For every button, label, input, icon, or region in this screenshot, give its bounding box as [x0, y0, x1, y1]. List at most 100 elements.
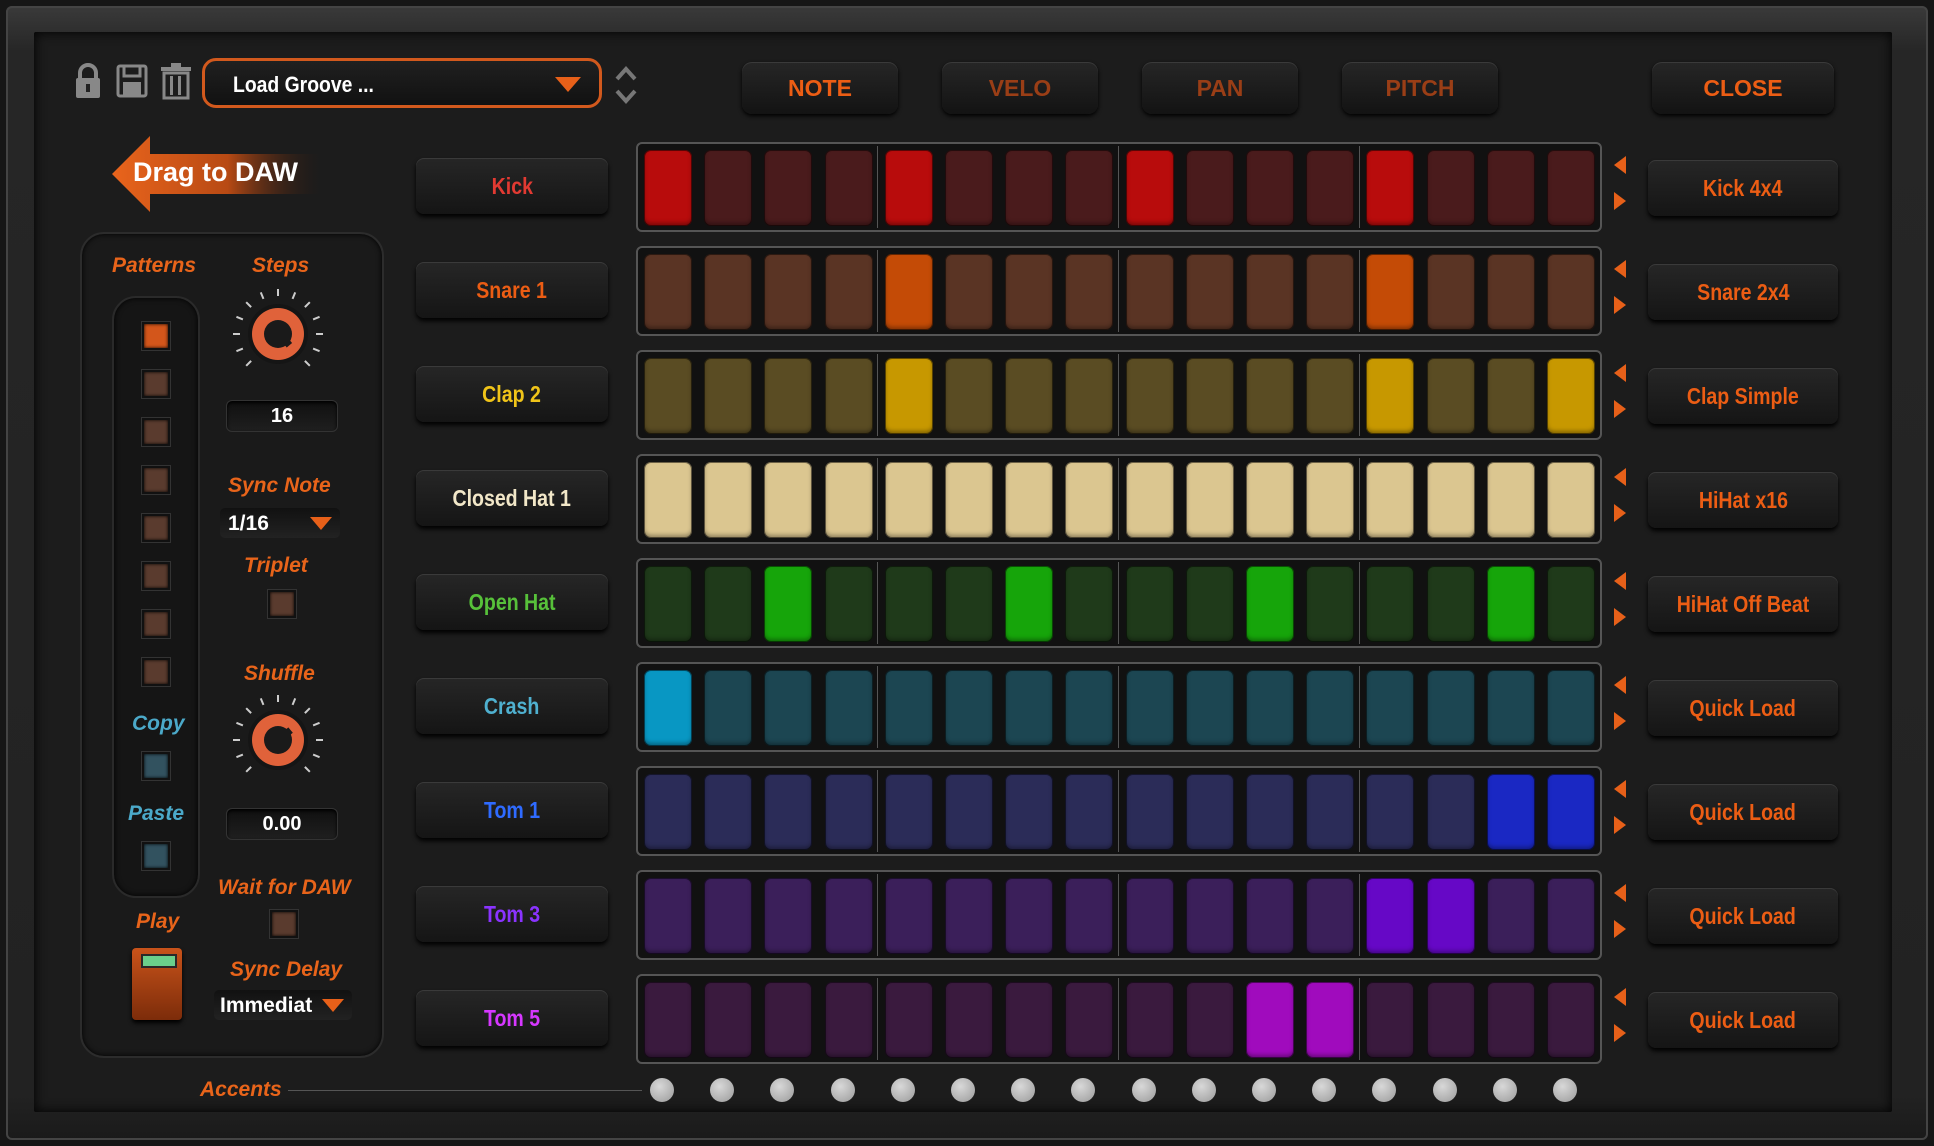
step-pad[interactable]: [764, 982, 813, 1058]
step-pad[interactable]: [1125, 358, 1174, 434]
step-pad[interactable]: [1246, 254, 1294, 330]
track-preset-button[interactable]: HiHat x16: [1648, 472, 1838, 528]
track-preset-button[interactable]: Kick 4x4: [1648, 160, 1838, 216]
drag-to-daw-label[interactable]: Drag to DAW: [133, 157, 298, 188]
step-pad[interactable]: [1246, 670, 1294, 746]
shift-right-icon[interactable]: [1614, 816, 1626, 834]
step-pad[interactable]: [824, 358, 873, 434]
pattern-slot-8[interactable]: [142, 658, 170, 686]
step-pad[interactable]: [1426, 982, 1475, 1058]
shift-left-icon[interactable]: [1614, 572, 1626, 590]
track-preset-button[interactable]: Snare 2x4: [1648, 264, 1838, 320]
shift-right-icon[interactable]: [1614, 504, 1626, 522]
step-pad[interactable]: [1065, 878, 1114, 954]
track-preset-button[interactable]: Quick Load: [1648, 680, 1838, 736]
step-pad[interactable]: [1246, 982, 1294, 1058]
step-pad[interactable]: [1065, 150, 1114, 226]
step-pad[interactable]: [1125, 254, 1174, 330]
accent-toggle[interactable]: [710, 1078, 735, 1102]
step-pad[interactable]: [1486, 462, 1535, 538]
track-name-button[interactable]: Snare 1: [416, 262, 608, 318]
shuffle-knob[interactable]: [230, 692, 326, 788]
step-pad[interactable]: [644, 254, 692, 330]
step-pad[interactable]: [1366, 982, 1415, 1058]
track-preset-button[interactable]: Quick Load: [1648, 784, 1838, 840]
step-pad[interactable]: [1306, 462, 1355, 538]
track-preset-button[interactable]: Quick Load: [1648, 888, 1838, 944]
step-pad[interactable]: [1547, 982, 1595, 1058]
step-pad[interactable]: [1246, 878, 1294, 954]
step-pad[interactable]: [1426, 150, 1475, 226]
step-pad[interactable]: [1547, 774, 1595, 850]
track-preset-button[interactable]: HiHat Off Beat: [1648, 576, 1838, 632]
step-pad[interactable]: [1005, 982, 1054, 1058]
step-pad[interactable]: [1306, 670, 1355, 746]
step-pad[interactable]: [884, 150, 933, 226]
step-pad[interactable]: [704, 150, 753, 226]
step-pad[interactable]: [704, 566, 753, 642]
step-pad[interactable]: [1366, 670, 1415, 746]
step-pad[interactable]: [1065, 462, 1114, 538]
step-pad[interactable]: [1426, 878, 1475, 954]
step-pad[interactable]: [704, 462, 753, 538]
accent-toggle[interactable]: [650, 1078, 674, 1102]
accent-toggle[interactable]: [1131, 1078, 1156, 1102]
step-pad[interactable]: [1547, 878, 1595, 954]
shift-right-icon[interactable]: [1614, 192, 1626, 210]
step-pad[interactable]: [764, 150, 813, 226]
step-pad[interactable]: [1125, 150, 1174, 226]
accent-toggle[interactable]: [1432, 1078, 1457, 1102]
step-pad[interactable]: [1306, 254, 1355, 330]
wait-for-daw-checkbox[interactable]: [270, 910, 298, 938]
pattern-slot-7[interactable]: [142, 610, 170, 638]
step-pad[interactable]: [764, 358, 813, 434]
step-pad[interactable]: [1125, 566, 1174, 642]
shift-right-icon[interactable]: [1614, 400, 1626, 418]
step-pad[interactable]: [1426, 670, 1475, 746]
step-pad[interactable]: [1005, 670, 1054, 746]
pattern-slot-1[interactable]: [142, 322, 170, 350]
step-pad[interactable]: [764, 462, 813, 538]
step-pad[interactable]: [1185, 254, 1234, 330]
accent-toggle[interactable]: [1252, 1078, 1276, 1102]
pan-mode-button[interactable]: PAN: [1142, 62, 1298, 114]
track-name-button[interactable]: Tom 1: [416, 782, 608, 838]
step-pad[interactable]: [1547, 358, 1595, 434]
track-name-button[interactable]: Clap 2: [416, 366, 608, 422]
paste-button[interactable]: [142, 842, 170, 870]
accent-toggle[interactable]: [890, 1078, 915, 1102]
step-pad[interactable]: [1547, 566, 1595, 642]
step-pad[interactable]: [1185, 670, 1234, 746]
shift-left-icon[interactable]: [1614, 676, 1626, 694]
trash-icon[interactable]: [160, 62, 192, 100]
step-pad[interactable]: [824, 462, 873, 538]
sync-delay-dropdown[interactable]: Immediat: [214, 990, 352, 1020]
step-pad[interactable]: [1185, 150, 1234, 226]
step-pad[interactable]: [644, 150, 692, 226]
accent-toggle[interactable]: [830, 1078, 855, 1102]
step-pad[interactable]: [1366, 462, 1415, 538]
track-name-button[interactable]: Tom 5: [416, 990, 608, 1046]
shift-left-icon[interactable]: [1614, 156, 1626, 174]
step-pad[interactable]: [1306, 150, 1355, 226]
step-pad[interactable]: [1005, 566, 1054, 642]
step-pad[interactable]: [1125, 878, 1174, 954]
step-pad[interactable]: [1306, 982, 1355, 1058]
step-pad[interactable]: [704, 878, 753, 954]
step-pad[interactable]: [945, 254, 993, 330]
step-pad[interactable]: [1426, 462, 1475, 538]
shift-right-icon[interactable]: [1614, 608, 1626, 626]
step-pad[interactable]: [1005, 878, 1054, 954]
step-pad[interactable]: [824, 254, 873, 330]
step-pad[interactable]: [644, 774, 692, 850]
step-pad[interactable]: [1246, 358, 1294, 434]
step-pad[interactable]: [704, 670, 753, 746]
step-pad[interactable]: [1366, 254, 1415, 330]
step-pad[interactable]: [1246, 150, 1294, 226]
step-pad[interactable]: [704, 774, 753, 850]
step-pad[interactable]: [824, 150, 873, 226]
step-pad[interactable]: [1366, 358, 1415, 434]
track-name-button[interactable]: Closed Hat 1: [416, 470, 608, 526]
step-pad[interactable]: [1486, 358, 1535, 434]
pattern-slot-5[interactable]: [142, 514, 170, 542]
